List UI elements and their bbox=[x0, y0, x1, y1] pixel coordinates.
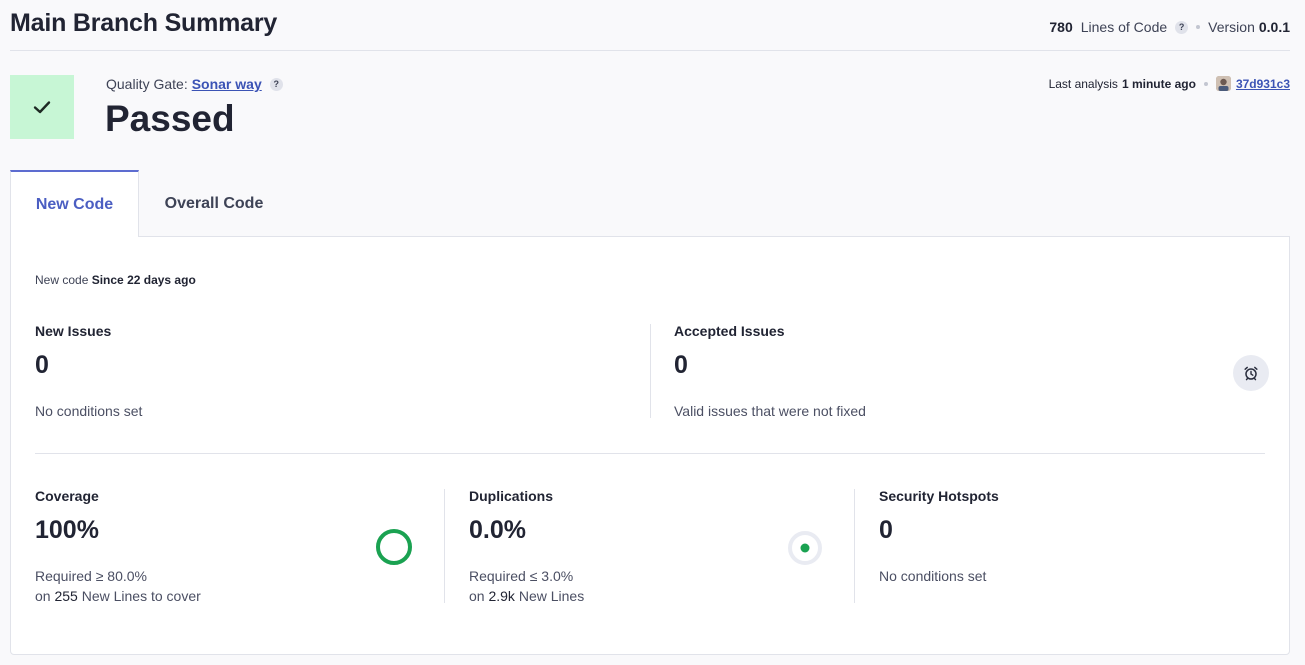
duplications-value[interactable]: 0.0% bbox=[469, 516, 526, 545]
loc-help-icon[interactable]: ? bbox=[1175, 20, 1189, 34]
lines-of-code-count: 780 bbox=[1049, 19, 1073, 35]
security-hotspots-description: No conditions set bbox=[879, 568, 987, 584]
divider bbox=[650, 324, 651, 418]
separator-dot bbox=[1203, 81, 1208, 86]
duplications-lines-count[interactable]: 2.9k bbox=[488, 588, 514, 604]
version-value: 0.0.1 bbox=[1258, 19, 1290, 35]
quality-gate-help-icon[interactable]: ? bbox=[269, 77, 283, 91]
new-issues-title: New Issues bbox=[35, 323, 112, 339]
duplications-gauge-dot bbox=[800, 543, 810, 553]
duplications-lines: on 2.9k New Lines bbox=[469, 586, 584, 606]
coverage-required: Required ≥ 80.0% bbox=[35, 568, 147, 584]
new-issues-description: No conditions set bbox=[35, 403, 143, 419]
tab-new-code[interactable]: New Code bbox=[10, 170, 139, 237]
new-code-period-value: Since 22 days ago bbox=[91, 273, 196, 287]
quality-gate-status: Passed bbox=[105, 98, 235, 139]
new-code-period-label: New code bbox=[35, 273, 89, 287]
separator-dot bbox=[1196, 25, 1201, 29]
duplications-description: Required ≤ 3.0% on 2.9k New Lines bbox=[469, 566, 584, 606]
duplications-required: Required ≤ 3.0% bbox=[469, 568, 574, 584]
coverage-gauge-arc bbox=[376, 529, 412, 565]
coverage-title: Coverage bbox=[35, 488, 99, 504]
page-header: Main Branch Summary 780 Lines of Code ? … bbox=[10, 0, 1290, 51]
user-avatar-icon bbox=[1215, 76, 1231, 91]
measures-panel: New code Since 22 days ago New Issues 0 … bbox=[10, 236, 1290, 655]
lines-of-code-label: Lines of Code bbox=[1080, 19, 1168, 35]
check-icon bbox=[33, 101, 51, 114]
coverage-description: Required ≥ 80.0% on 255 New Lines to cov… bbox=[35, 566, 201, 606]
accepted-issues-value[interactable]: 0 bbox=[674, 351, 688, 380]
quality-gate-label: Quality Gate: Sonar way ? bbox=[106, 76, 283, 92]
quality-gate-caption: Quality Gate: bbox=[106, 76, 188, 92]
quality-gate-link[interactable]: Sonar way bbox=[192, 76, 262, 92]
section-divider bbox=[35, 453, 1265, 454]
divider bbox=[444, 489, 445, 603]
security-hotspots-title: Security Hotspots bbox=[879, 488, 999, 504]
divider bbox=[854, 489, 855, 603]
new-issues-value[interactable]: 0 bbox=[35, 351, 49, 380]
tab-overall-code[interactable]: Overall Code bbox=[139, 170, 289, 237]
coverage-lines-count[interactable]: 255 bbox=[54, 588, 77, 604]
coverage-lines-suffix: New Lines to cover bbox=[81, 588, 201, 604]
new-code-period: New code Since 22 days ago bbox=[35, 273, 196, 287]
coverage-on: on bbox=[35, 588, 51, 604]
security-hotspots-value[interactable]: 0 bbox=[879, 516, 893, 545]
accepted-issues-title: Accepted Issues bbox=[674, 323, 785, 339]
page-title: Main Branch Summary bbox=[10, 8, 278, 37]
duplications-lines-suffix: New Lines bbox=[518, 588, 585, 604]
duplications-title: Duplications bbox=[469, 488, 554, 504]
quality-gate-status-badge bbox=[10, 75, 74, 139]
coverage-lines: on 255 New Lines to cover bbox=[35, 586, 201, 606]
commit-link[interactable]: 37d931c3 bbox=[1236, 77, 1290, 91]
accepted-issues-description: Valid issues that were not fixed bbox=[674, 403, 866, 419]
last-analysis-time: 1 minute ago bbox=[1121, 76, 1196, 91]
version-label: Version bbox=[1208, 19, 1255, 35]
coverage-gauge bbox=[376, 529, 412, 565]
avatar bbox=[1215, 76, 1231, 91]
duplications-gauge bbox=[788, 531, 822, 565]
last-analysis: Last analysis 1 minute ago 37d931c3 bbox=[1049, 76, 1290, 91]
duplications-on: on bbox=[469, 588, 485, 604]
accepted-issues-icon-button bbox=[1233, 355, 1269, 391]
coverage-value[interactable]: 100% bbox=[35, 516, 99, 545]
header-meta: 780 Lines of Code ? Version 0.0.1 bbox=[1049, 19, 1290, 35]
alarm-clock-icon bbox=[1244, 366, 1258, 381]
last-analysis-label: Last analysis bbox=[1048, 76, 1118, 91]
